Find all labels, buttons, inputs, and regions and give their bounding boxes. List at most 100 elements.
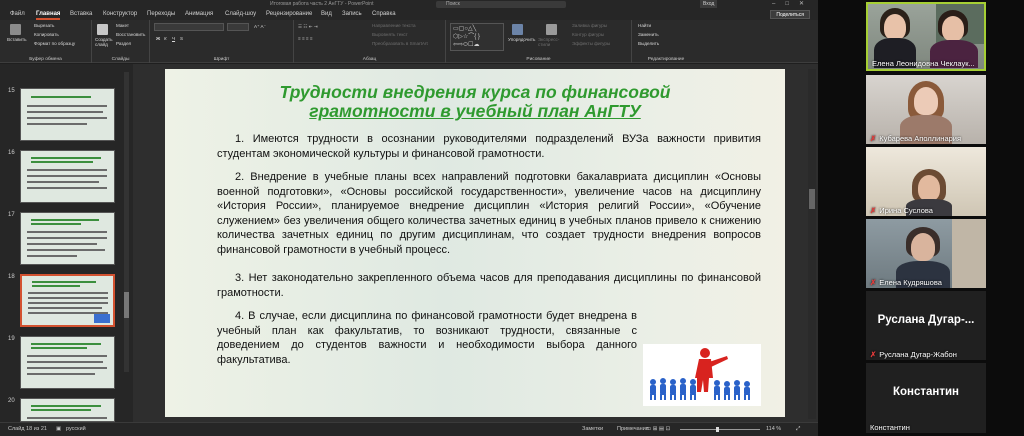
font-family-select[interactable]: [154, 23, 224, 31]
participant-tile-active[interactable]: Елена Леонидовна Чеклаук...: [866, 2, 986, 71]
group-font: Ж К Ч S A⁺ A⁻ Шрифт: [150, 20, 294, 63]
shape-effects-button[interactable]: Эффекты фигуры: [572, 41, 610, 46]
spellcheck-icon[interactable]: ▣: [56, 425, 61, 434]
thumb-title: [31, 96, 91, 98]
slide-thumbnail-selected[interactable]: [20, 274, 115, 327]
tab-slideshow[interactable]: Слайд-шоу: [225, 9, 256, 20]
tab-record[interactable]: Запись: [342, 9, 362, 20]
group-label: Шрифт: [213, 57, 230, 62]
select-button[interactable]: Выделить: [638, 41, 659, 46]
participant-tile[interactable]: ✗ Елена Кудряшова: [866, 219, 986, 288]
editor-scrollbar[interactable]: [808, 69, 816, 419]
shape-outline-button[interactable]: Контур фигуры: [572, 32, 604, 37]
thumb-line: [27, 181, 99, 183]
thumb-title: [32, 281, 96, 283]
slide-paragraph-4[interactable]: 4. В случае, если дисциплина по финансов…: [217, 309, 637, 367]
slide-thumbnail[interactable]: [20, 150, 115, 203]
participant-tile[interactable]: ✗ Кубарева Аполлинария: [866, 75, 986, 144]
fit-slide-icon[interactable]: ⤢: [796, 425, 800, 434]
zoom-slider[interactable]: [680, 427, 760, 432]
slide-thumbnail[interactable]: [20, 88, 115, 141]
thumb-title: [31, 157, 101, 159]
participant-face: [884, 14, 906, 40]
slide-thumbnail[interactable]: [20, 336, 115, 389]
scroll-thumb[interactable]: [124, 292, 129, 318]
bold-button[interactable]: Ж: [156, 36, 160, 41]
video-background: [952, 219, 986, 288]
comments-button[interactable]: Примечания: [617, 425, 649, 434]
format-painter-button[interactable]: Формат по образцу: [34, 41, 75, 46]
shadow-button[interactable]: S: [180, 36, 183, 41]
participant-face: [914, 87, 938, 115]
thumb-line: [28, 302, 108, 304]
replace-button[interactable]: Заменить: [638, 32, 659, 37]
participant-tile-no-video[interactable]: Руслана Дугар-... ✗ Руслана Дугар-Жабон: [866, 291, 986, 360]
zoom-slider-thumb[interactable]: [716, 427, 719, 432]
text-direction-button[interactable]: Направление текста: [372, 23, 416, 28]
font-size-select[interactable]: [227, 23, 249, 31]
slide-thumbnail[interactable]: [20, 398, 115, 422]
find-button[interactable]: Найти: [638, 23, 651, 28]
smartart-button[interactable]: Преобразовать в SmartArt: [372, 41, 428, 46]
tab-animations[interactable]: Анимация: [185, 9, 213, 20]
mic-muted-icon: ✗: [870, 278, 877, 287]
team-figures-icon: [650, 348, 750, 400]
arrange-button[interactable]: Упорядочить: [508, 37, 535, 42]
paste-button[interactable]: Вставить: [7, 37, 26, 42]
zoom-level[interactable]: 114 %: [766, 425, 781, 434]
search-box[interactable]: Поиск: [436, 1, 566, 8]
slide-paragraph-2[interactable]: 2. Внедрение в учебные планы всех направ…: [217, 170, 761, 258]
bullets-button[interactable]: ☰ ☷ ⇤ ⇥: [298, 24, 318, 30]
title-bar: Итоговая работа часть 2 АнГТУ - PowerPoi…: [0, 0, 818, 9]
align-text-button[interactable]: Выровнять текст: [372, 32, 408, 37]
tab-design[interactable]: Конструктор: [103, 9, 137, 20]
participant-name: ✗ Ирина Суслова: [870, 206, 933, 215]
align-buttons[interactable]: ≡ ≡ ≡ ≡: [298, 36, 313, 41]
login-button[interactable]: Вход: [700, 0, 718, 8]
group-slides: Создать слайд Макет Восстановить Раздел …: [92, 20, 150, 63]
notes-button[interactable]: Заметки: [582, 425, 603, 434]
participant-name-text: Елена Кудряшова: [879, 278, 942, 287]
participant-tile[interactable]: ✗ Ирина Суслова: [866, 147, 986, 216]
scroll-thumb[interactable]: [809, 189, 815, 209]
language-indicator[interactable]: русский: [66, 425, 86, 434]
share-button[interactable]: Поделиться: [770, 10, 810, 19]
tab-transitions[interactable]: Переходы: [147, 9, 175, 20]
new-slide-button[interactable]: Создать слайд: [95, 37, 113, 47]
thumb-title: [31, 219, 99, 221]
italic-button[interactable]: К: [164, 36, 167, 41]
group-label: Рисование: [526, 57, 551, 62]
section-button[interactable]: Раздел: [116, 41, 131, 46]
thumbnails-scrollbar[interactable]: [124, 72, 129, 372]
quick-styles-button[interactable]: Экспресс-стили: [538, 37, 566, 47]
slide-title[interactable]: Трудности внедрения курса по финансовой …: [165, 83, 785, 121]
tab-review[interactable]: Рецензирование: [266, 9, 312, 20]
mic-muted-icon: ✗: [870, 350, 877, 359]
shape-fill-button[interactable]: Заливка фигуры: [572, 23, 607, 28]
layout-button[interactable]: Макет: [116, 23, 129, 28]
thumb-number: 16: [8, 150, 15, 156]
tab-home[interactable]: Главная: [36, 9, 61, 20]
tab-file[interactable]: Файл: [10, 9, 25, 20]
thumb-line: [27, 249, 105, 251]
shapes-gallery[interactable]: ▭▢○△╲ ⬡▷☆⌒{ } ⇦⇨⬭☐☁: [450, 23, 504, 51]
quick-styles-icon: [546, 24, 557, 35]
group-label: Слайды: [111, 57, 130, 62]
thumb-number: 19: [8, 336, 15, 342]
group-label: Редактирование: [647, 57, 685, 62]
slide-thumbnail[interactable]: [20, 212, 115, 265]
tab-view[interactable]: Вид: [321, 9, 332, 20]
slide-paragraph-3[interactable]: 3. Нет законодательно закрепленного объе…: [217, 271, 761, 300]
grow-font-button[interactable]: A⁺ A⁻: [254, 24, 266, 30]
tab-insert[interactable]: Вставка: [70, 9, 92, 20]
window-controls[interactable]: –□✕: [772, 0, 814, 8]
tab-help[interactable]: Справка: [372, 9, 396, 20]
leader-team-clipart[interactable]: [643, 344, 761, 406]
participant-tile-no-video[interactable]: Константин Константин: [866, 363, 986, 433]
reset-button[interactable]: Восстановить: [116, 32, 145, 37]
copy-button[interactable]: Копировать: [34, 32, 59, 37]
view-buttons[interactable]: ▭ ⊞ ▤ ⊡: [646, 425, 670, 434]
cut-button[interactable]: Вырезать: [34, 23, 54, 28]
underline-button[interactable]: Ч: [172, 36, 175, 41]
slide-paragraph-1[interactable]: 1. Имеются трудности в осознании руковод…: [217, 132, 761, 161]
